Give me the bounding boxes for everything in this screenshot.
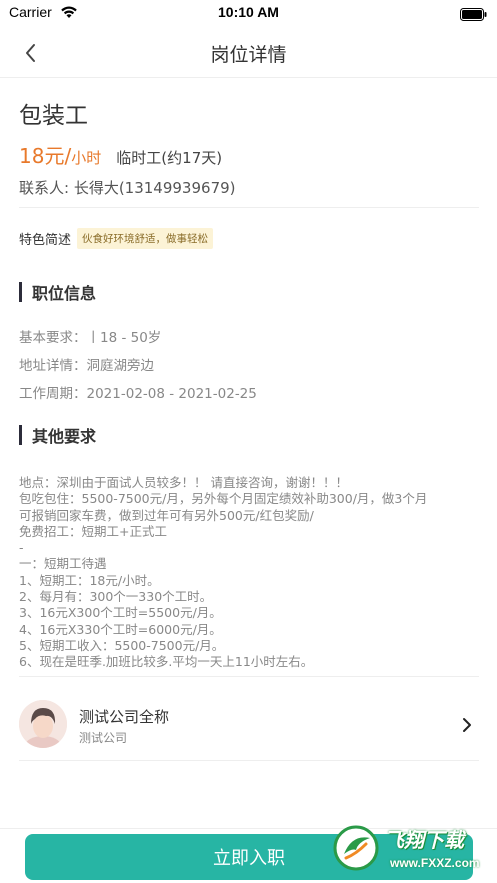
desc-line: 一：短期工待遇 [19,556,107,572]
join-now-button[interactable]: 立即入职 [25,834,473,880]
desc-line: 免费招工：短期工+正式工 [19,523,167,539]
desc-line: 6、现在是旺季.加班比较多.平均一天上11小时左右。 [19,654,314,670]
salary-amount: 18元/ [19,144,72,168]
job-title: 包装工 [19,103,88,129]
feature-label: 特色简述 [19,233,72,248]
salary-unit: 小时 [71,149,102,167]
section-title: 职位信息 [32,284,97,303]
info-work-period: 工作周期：2021-02-08 - 2021-02-25 [19,386,257,402]
desc-line: 地点：深圳由于面试人员较多！！ 请直接咨询，谢谢！！！ [19,475,348,490]
bottom-action-bar: 立即入职 [0,828,497,883]
feature-tag: 伙食好环境舒适，做事轻松 [77,228,214,249]
divider [19,676,479,677]
chevron-right-icon [459,715,475,735]
divider [19,207,479,208]
section-title: 其他要求 [32,427,97,446]
clock: 10:10 AM [218,4,279,20]
company-card[interactable]: 测试公司全称 测试公司 [19,700,479,750]
salary-row: 18元/小时 临时工(约17天) [19,140,222,169]
desc-line: 5、短期工收入：5500-7500元/月。 [19,637,225,653]
desc-line: 可报销回家车费，做到过年可有另外500元/红包奖励/ [19,507,314,523]
job-type: 临时工(约17天) [116,149,223,167]
desc-line: 3、16元X300个工时=5500元/月。 [19,605,222,621]
requirements-description: 地点：深圳由于面试人员较多！！ 请直接咨询，谢谢！！！ 包吃包住：5500-75… [19,475,479,671]
company-short-name: 测试公司 [79,731,128,745]
battery-icon [460,6,487,25]
info-address: 地址详情：洞庭湖旁边 [19,358,154,374]
desc-line: 2、每月有：300个一330个工时。 [19,589,213,605]
feature-row: 特色简述 伙食好环境舒适，做事轻松 [19,228,214,249]
status-bar: Carrier 10:10 AM [0,0,497,28]
section-marker [19,282,22,302]
contact-info: 联系人: 长得大(13149939679) [19,179,236,197]
avatar [19,700,67,748]
desc-line: 4、16元X330个工时=6000元/月。 [19,621,222,637]
section-other-requirements: 其他要求 [19,423,96,447]
nav-bar: 岗位详情 [0,28,497,78]
section-marker [19,425,22,445]
divider [19,760,479,761]
desc-line: 包吃包住：5500-7500元/月，另外每个月固定绩效补助300/月，做3个月 [19,491,428,507]
desc-line: 1、短期工：18元/小时。 [19,572,160,588]
company-name: 测试公司全称 [79,708,170,726]
section-position-info: 职位信息 [19,280,96,304]
desc-line: - [19,540,24,556]
page-title: 岗位详情 [210,44,287,66]
info-basic-requirement: 基本要求：丨18 - 50岁 [19,330,162,346]
